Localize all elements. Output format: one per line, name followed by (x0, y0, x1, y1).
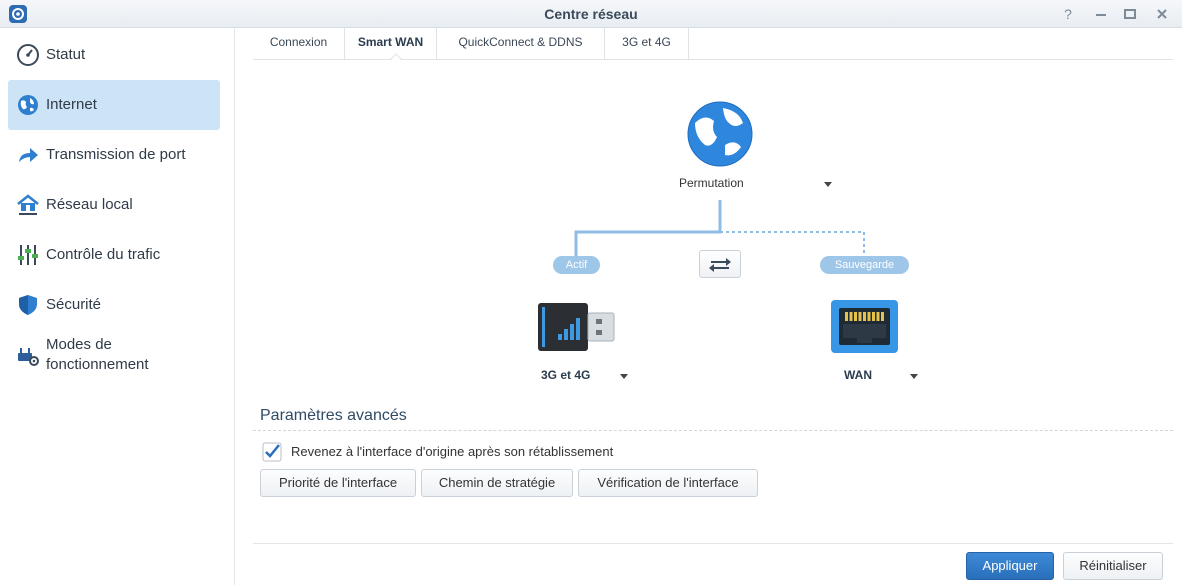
usb-modem-icon (538, 303, 615, 351)
backup-badge: Sauvegarde (820, 256, 909, 274)
left-interface-dropdown-chevron-icon[interactable] (620, 374, 628, 379)
advanced-settings-title: Paramètres avancés (260, 407, 407, 424)
interface-priority-button[interactable]: Priorité de l'interface (260, 469, 416, 497)
restore-interface-checkbox[interactable] (262, 442, 282, 462)
ethernet-port-icon (831, 300, 898, 353)
right-interface-label: WAN (844, 368, 872, 382)
mode-label: Permutation (679, 176, 744, 190)
interface-verification-button[interactable]: Vérification de l'interface (578, 469, 758, 497)
restore-interface-label: Revenez à l'interface d'origine après so… (291, 444, 614, 459)
swap-arrows-icon (709, 258, 731, 272)
strategy-route-button[interactable]: Chemin de stratégie (421, 469, 573, 497)
apply-button[interactable]: Appliquer (966, 552, 1054, 580)
swap-interfaces-button[interactable] (699, 250, 741, 278)
connection-lines (574, 200, 865, 256)
footer-divider (253, 543, 1173, 544)
section-divider (253, 430, 1173, 431)
reset-button[interactable]: Réinitialiser (1063, 552, 1163, 580)
internet-globe-icon (687, 101, 753, 167)
right-interface-dropdown-chevron-icon[interactable] (910, 374, 918, 379)
active-badge: Actif (553, 256, 600, 274)
mode-dropdown-chevron-icon[interactable] (824, 182, 832, 187)
left-interface-label: 3G et 4G (541, 368, 591, 382)
